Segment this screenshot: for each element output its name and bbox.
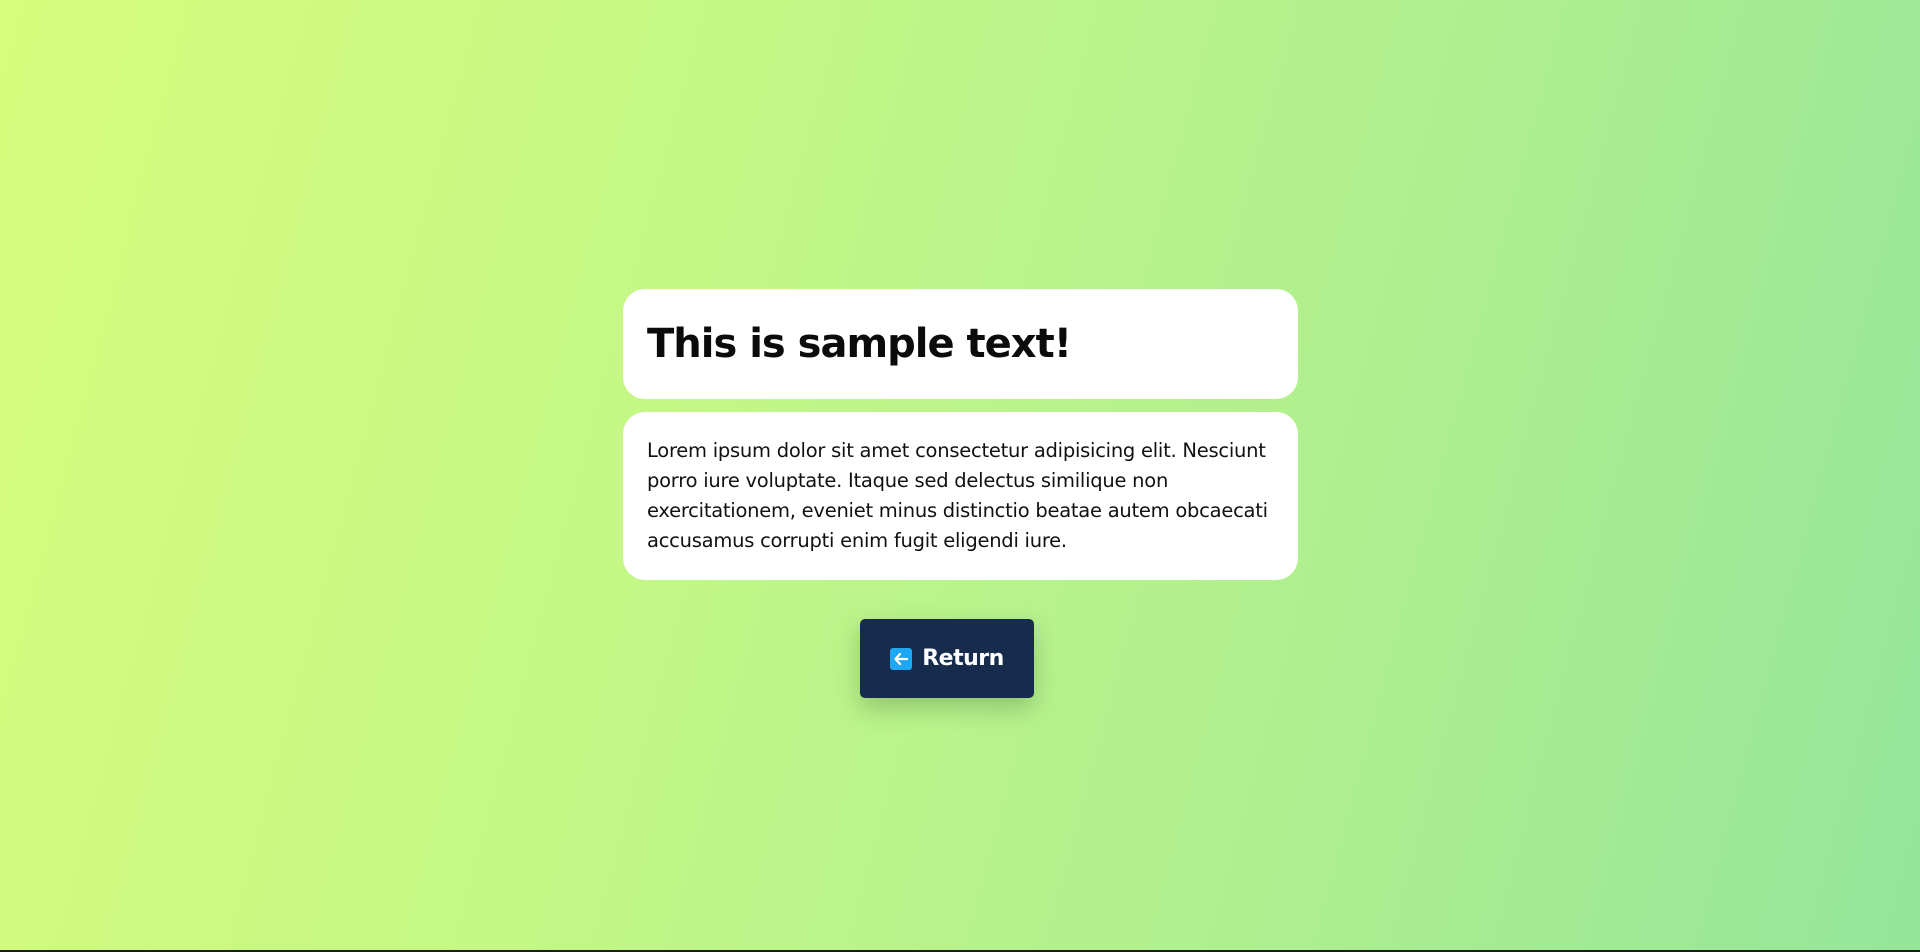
left-arrow-icon [890,647,913,670]
title-card: This is sample text! [623,289,1298,399]
body-paragraph: Lorem ipsum dolor sit amet consectetur a… [647,439,1268,552]
content-container: This is sample text! Lorem ipsum dolor s… [623,289,1298,580]
page-title: This is sample text! [647,321,1072,367]
return-button[interactable]: Return [860,619,1034,698]
return-button-label: Return [922,646,1004,671]
body-card: Lorem ipsum dolor sit amet consectetur a… [623,412,1298,580]
